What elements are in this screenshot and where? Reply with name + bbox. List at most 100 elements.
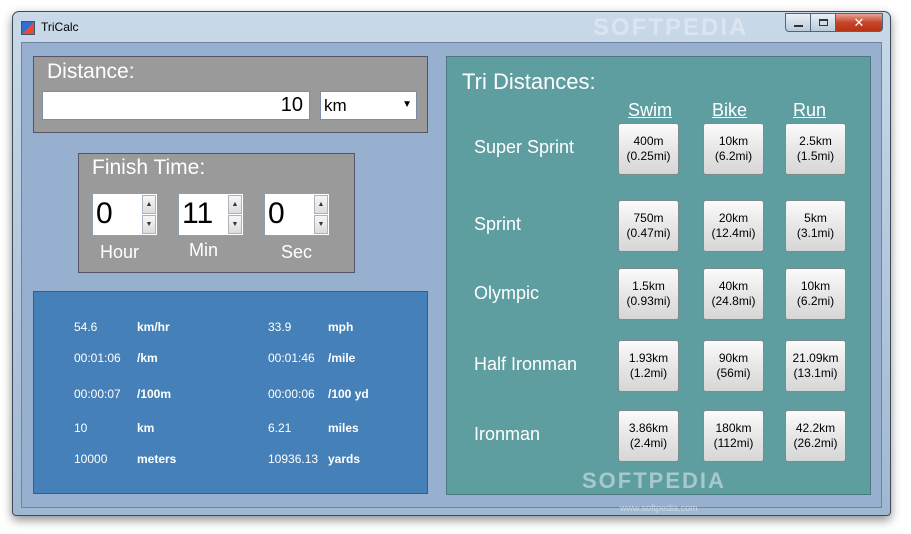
min-spinner[interactable]: 11 ▲ ▼ [178,193,244,236]
result-unit: mph [328,320,354,334]
super-sprint-run-button[interactable]: 2.5km (1.5mi) [785,123,846,175]
tri-distances-panel: Tri Distances: Swim Bike Run Super Sprin… [446,56,871,495]
min-label: Min [189,240,219,260]
button-line: 1.5km [632,279,665,293]
half-ironman-bike-button[interactable]: 90km (56mi) [703,340,764,392]
button-line: 42.2km [795,421,836,435]
button-line: (6.2mi) [796,294,835,308]
result-value: 6.21 [268,421,292,435]
hour-up-arrow-icon[interactable]: ▲ [142,195,156,214]
button-line: (0.93mi) [626,294,671,308]
minimize-icon [793,24,803,27]
result-unit: km [137,421,155,435]
button-line: 400m [633,134,664,148]
result-value: 10000 [74,452,108,466]
button-line: 90km [718,351,749,365]
button-line: 180km [715,421,752,435]
maximize-button[interactable] [810,13,836,32]
super-sprint-bike-button[interactable]: 10km (6.2mi) [703,123,764,175]
row-label-ironman: Ironman [474,424,541,444]
sec-label: Sec [281,242,313,262]
sec-down-arrow-icon[interactable]: ▼ [314,215,328,234]
result-unit: yards [328,452,361,466]
result-unit: km/hr [137,320,170,334]
app-icon [21,21,35,35]
sprint-run-button[interactable]: 5km (3.1mi) [785,200,846,252]
tri-distances-title: Tri Distances: [462,69,596,94]
ironman-bike-button[interactable]: 180km (112mi) [703,410,764,462]
button-line: 750m [633,211,664,225]
ironman-run-button[interactable]: 42.2km (26.2mi) [785,410,846,462]
distance-panel: Distance: 10 km ▼ [33,56,428,133]
button-line: (112mi) [713,436,754,450]
tricalc-window: TriCalc SOFTPEDIA ✕ Distance: 10 km ▼ Fi… [12,11,891,516]
unit-value: km [324,96,347,115]
min-value: 11 [182,197,214,230]
button-line: (0.25mi) [626,149,671,163]
button-line: 2.5km [799,134,832,148]
client-area: Distance: 10 km ▼ Finish Time: 0 ▲ ▼ 11 … [21,42,882,513]
result-unit: /km [137,351,158,365]
sprint-swim-button[interactable]: 750m (0.47mi) [618,200,679,252]
finish-time-panel: Finish Time: 0 ▲ ▼ 11 ▲ ▼ 0 ▲ ▼ Hour Min… [78,153,355,273]
min-up-arrow-icon[interactable]: ▲ [228,195,242,214]
result-value: 00:01:46 [268,351,315,365]
distance-input[interactable]: 10 [42,91,310,120]
window-title: TriCalc [41,20,79,34]
result-unit: /100 yd [328,387,369,401]
min-down-arrow-icon[interactable]: ▼ [228,215,242,234]
button-line: (13.1mi) [793,366,838,380]
title-bar[interactable]: TriCalc SOFTPEDIA ✕ [13,12,890,42]
results-panel: 54.6 km/hr 33.9 mph 00:01:06 /km 00:01:4… [33,291,428,494]
button-line: (56mi) [716,366,751,380]
button-line: (1.5mi) [796,149,835,163]
button-line: 3.86km [628,421,669,435]
button-line: (6.2mi) [714,149,753,163]
half-ironman-run-button[interactable]: 21.09km (13.1mi) [785,340,846,392]
button-line: 20km [718,211,749,225]
result-value: 00:00:07 [74,387,121,401]
button-line: (26.2mi) [793,436,838,450]
finish-time-label: Finish Time: [92,156,206,179]
result-value: 10 [74,421,88,435]
hour-down-arrow-icon[interactable]: ▼ [142,215,156,234]
ironman-swim-button[interactable]: 3.86km (2.4mi) [618,410,679,462]
hour-spinner[interactable]: 0 ▲ ▼ [92,193,158,236]
close-button[interactable]: ✕ [835,13,883,32]
button-line: 5km [804,211,827,225]
maximize-icon [818,19,828,26]
result-unit: /100m [137,387,172,401]
sec-spinner[interactable]: 0 ▲ ▼ [264,193,330,236]
button-line: (12.4mi) [711,226,756,240]
bike-column-header: Bike [712,100,748,120]
result-value: 33.9 [268,320,292,334]
distance-label: Distance: [47,60,135,83]
button-line: (1.2mi) [629,366,668,380]
olympic-run-button[interactable]: 10km (6.2mi) [785,268,846,320]
olympic-bike-button[interactable]: 40km (24.8mi) [703,268,764,320]
minimize-button[interactable] [785,13,811,32]
button-line: (24.8mi) [711,294,756,308]
run-column-header: Run [793,100,827,120]
hour-value: 0 [96,197,113,230]
button-line: (2.4mi) [629,436,668,450]
button-line: 10km [718,134,749,148]
sec-up-arrow-icon[interactable]: ▲ [314,195,328,214]
result-value: 00:01:06 [74,351,121,365]
sec-value: 0 [268,197,285,230]
result-unit: /mile [328,351,356,365]
titlebar-watermark: SOFTPEDIA [593,14,749,41]
dropdown-arrow-icon: ▼ [402,99,412,110]
unit-dropdown[interactable]: km ▼ [320,91,417,120]
olympic-swim-button[interactable]: 1.5km (0.93mi) [618,268,679,320]
button-line: (0.47mi) [626,226,671,240]
result-value: 10936.13 [268,452,319,466]
row-label-half-ironman: Half Ironman [474,354,578,374]
result-unit: meters [137,452,177,466]
button-line: 1.93km [628,351,669,365]
sprint-bike-button[interactable]: 20km (12.4mi) [703,200,764,252]
super-sprint-swim-button[interactable]: 400m (0.25mi) [618,123,679,175]
result-unit: miles [328,421,359,435]
half-ironman-swim-button[interactable]: 1.93km (1.2mi) [618,340,679,392]
close-icon: ✕ [853,14,865,30]
